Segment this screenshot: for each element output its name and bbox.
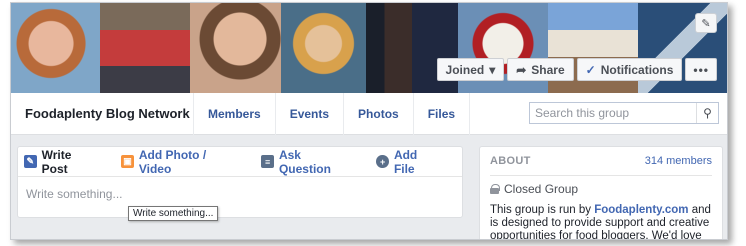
tab-events[interactable]: Events — [274, 92, 343, 135]
tab-files[interactable]: Files — [412, 92, 471, 135]
add-file-label: Add File — [393, 147, 418, 176]
share-icon: ➦ — [516, 62, 527, 77]
tab-members[interactable]: Members — [193, 92, 275, 135]
share-button[interactable]: ➦ Share — [507, 58, 574, 81]
search-icon[interactable]: ⚲ — [696, 103, 718, 123]
cover-actions: Joined ▾ ➦ Share ✓ Notifications ••• — [436, 58, 717, 81]
photo-icon: ▣ — [121, 155, 134, 168]
member-count-link[interactable]: 314 members — [645, 155, 712, 167]
check-icon: ✓ — [585, 62, 596, 77]
screenshot-frame: ✎ Joined ▾ ➦ Share ✓ Notifications ••• F… — [0, 0, 746, 246]
joined-button[interactable]: Joined ▾ — [436, 58, 505, 81]
composer-tabs: ✎ Write Post ▣ Add Photo / Video ≡ Ask Q… — [18, 147, 462, 177]
cover-photo-tile — [190, 3, 281, 93]
group-nav-bar: Foodaplenty Blog Network Members Events … — [11, 92, 727, 135]
group-description: This group is run by Foodaplenty.com and… — [490, 204, 712, 239]
description-prefix: This group is run by — [490, 204, 595, 216]
more-options-button[interactable]: ••• — [685, 58, 717, 81]
about-panel: ABOUT 314 members Closed Group This grou… — [479, 146, 723, 239]
about-header: ABOUT 314 members — [490, 155, 712, 167]
edit-cover-icon[interactable]: ✎ — [695, 13, 717, 33]
group-search[interactable]: Search this group ⚲ — [529, 102, 719, 124]
post-composer: ✎ Write Post ▣ Add Photo / Video ≡ Ask Q… — [17, 146, 463, 218]
add-photo-video-label: Add Photo / Video — [138, 147, 207, 176]
search-input[interactable]: Search this group — [530, 106, 696, 120]
cover-photo-tile — [281, 3, 366, 93]
notifications-button[interactable]: ✓ Notifications — [576, 58, 683, 81]
tab-add-photo-video[interactable]: ▣ Add Photo / Video — [121, 148, 239, 176]
write-post-label: Write Post — [41, 147, 72, 176]
tab-write-post[interactable]: ✎ Write Post — [24, 148, 99, 176]
cover-photo-tile — [11, 3, 100, 93]
privacy-row: Closed Group — [490, 182, 712, 196]
group-page: ✎ Joined ▾ ➦ Share ✓ Notifications ••• F… — [10, 2, 728, 240]
tab-photos[interactable]: Photos — [343, 92, 413, 135]
tab-ask-question[interactable]: ≡ Ask Question — [261, 148, 354, 176]
question-icon: ≡ — [261, 155, 274, 168]
file-icon: + — [376, 155, 389, 168]
pencil-icon: ✎ — [24, 155, 37, 168]
joined-label: Joined — [445, 62, 485, 77]
tooltip: Write something... — [128, 206, 219, 221]
divider — [490, 175, 712, 176]
caret-down-icon: ▾ — [489, 62, 496, 77]
tab-add-file[interactable]: + Add File — [376, 148, 440, 176]
write-something-input[interactable]: Write something... — [18, 177, 462, 211]
ask-question-label: Ask Question — [278, 147, 331, 176]
cover-photo-tile — [100, 3, 190, 93]
lock-icon — [490, 184, 500, 194]
privacy-label: Closed Group — [504, 182, 579, 196]
notifications-label: Notifications — [600, 62, 674, 77]
foodaplenty-link[interactable]: Foodaplenty.com — [594, 204, 688, 216]
group-name[interactable]: Foodaplenty Blog Network — [25, 106, 193, 121]
about-title: ABOUT — [490, 155, 531, 167]
share-label: Share — [531, 62, 565, 77]
